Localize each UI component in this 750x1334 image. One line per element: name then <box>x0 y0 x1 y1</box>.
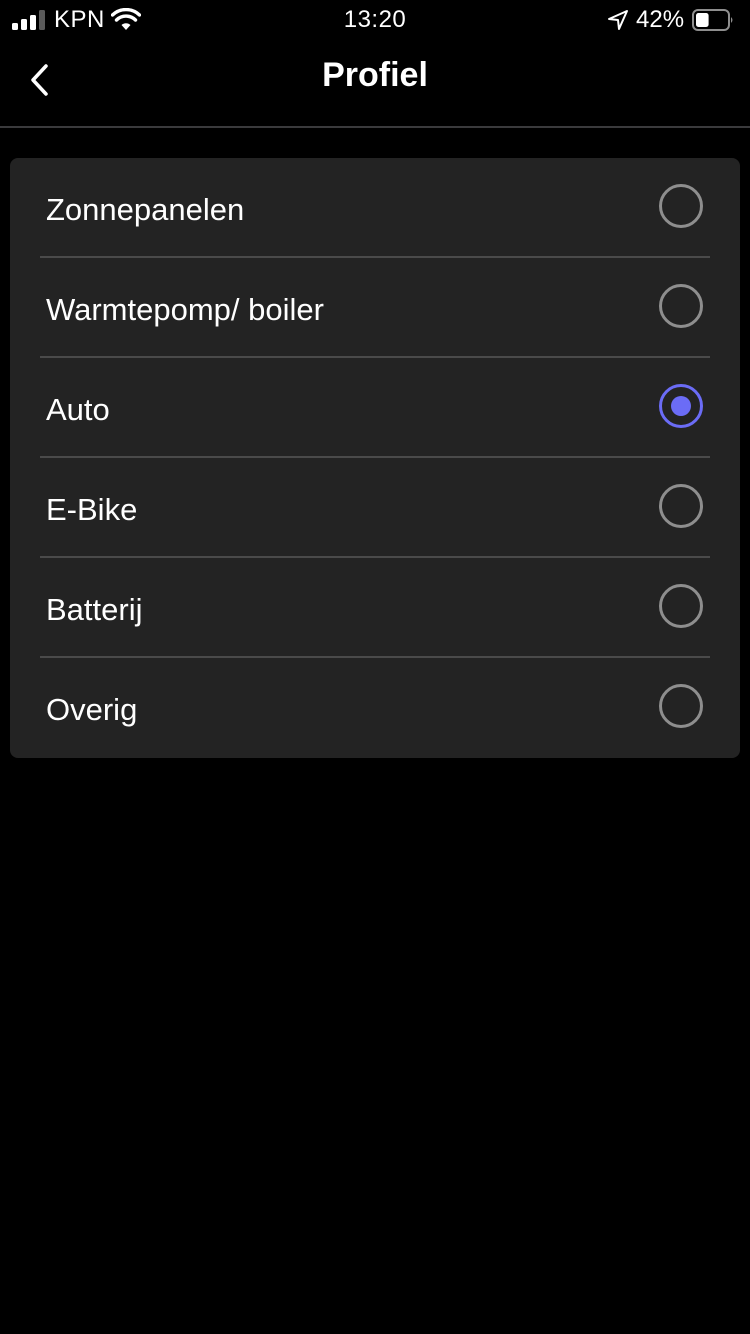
radio-button[interactable] <box>659 284 703 328</box>
battery-icon <box>692 9 733 31</box>
option-row-auto[interactable]: Auto <box>10 358 740 458</box>
radio-button[interactable] <box>659 684 703 728</box>
option-row-batterij[interactable]: Batterij <box>10 558 740 658</box>
radio-button[interactable] <box>659 484 703 528</box>
option-label: Auto <box>46 392 110 427</box>
option-label: E-Bike <box>46 492 138 527</box>
battery-percent: 42% <box>636 6 685 33</box>
option-label: Overig <box>46 692 138 727</box>
option-label: Batterij <box>46 592 143 627</box>
location-arrow-icon <box>608 10 628 30</box>
option-row-overig[interactable]: Overig <box>10 658 740 758</box>
option-row-warmtepomp-boiler[interactable]: Warmtepomp/ boiler <box>10 258 740 358</box>
radio-button[interactable] <box>659 184 703 228</box>
option-label: Warmtepomp/ boiler <box>46 292 324 327</box>
radio-button[interactable] <box>659 384 703 428</box>
option-row-zonnepanelen[interactable]: Zonnepanelen <box>10 158 740 258</box>
radio-dot <box>671 396 691 416</box>
option-row-e-bike[interactable]: E-Bike <box>10 458 740 558</box>
radio-button[interactable] <box>659 584 703 628</box>
option-label: Zonnepanelen <box>46 192 245 227</box>
profile-options-list: Zonnepanelen Warmtepomp/ boiler Auto E-B… <box>10 158 740 758</box>
navigation-bar: Profiel <box>0 40 750 128</box>
page-title: Profiel <box>322 56 428 94</box>
status-bar: KPN 13:20 42% <box>0 0 750 40</box>
